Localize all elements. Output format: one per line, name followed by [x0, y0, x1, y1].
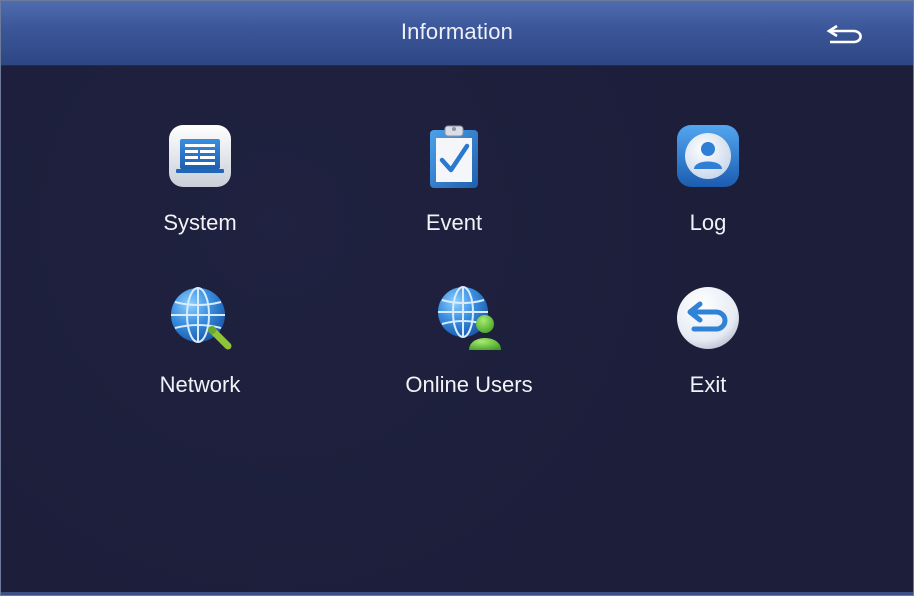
- menu-item-online-users[interactable]: Online Users: [369, 284, 569, 414]
- back-button[interactable]: [823, 19, 867, 49]
- globe-users-icon: [435, 284, 503, 352]
- exit-return-icon: [674, 284, 742, 352]
- bottom-border: [1, 592, 913, 595]
- system-monitor-icon: [166, 122, 234, 190]
- menu-item-system[interactable]: System: [100, 122, 300, 252]
- menu-item-label: Network: [159, 372, 241, 397]
- menu-item-log[interactable]: Log: [608, 122, 808, 252]
- menu-item-network[interactable]: Network: [100, 284, 300, 414]
- log-user-icon: [674, 122, 742, 190]
- menu-item-label: Exit: [689, 372, 727, 397]
- menu-item-label: Log: [689, 210, 727, 235]
- menu-item-exit[interactable]: Exit: [608, 284, 808, 414]
- menu-item-label: Event: [425, 210, 483, 235]
- globe-search-icon: [166, 284, 234, 352]
- clipboard-check-icon: [420, 122, 488, 190]
- menu-grid: System Event Log Network Online Users Ex…: [1, 66, 913, 595]
- menu-item-label: Online Users: [405, 372, 533, 397]
- menu-item-label: System: [163, 210, 237, 235]
- menu-item-event[interactable]: Event: [354, 122, 554, 252]
- title-bar: Information: [1, 1, 913, 66]
- page-title: Information: [400, 19, 514, 44]
- return-arrow-icon: [826, 24, 862, 44]
- information-window: Information System Event Log Network Onl…: [0, 0, 914, 596]
